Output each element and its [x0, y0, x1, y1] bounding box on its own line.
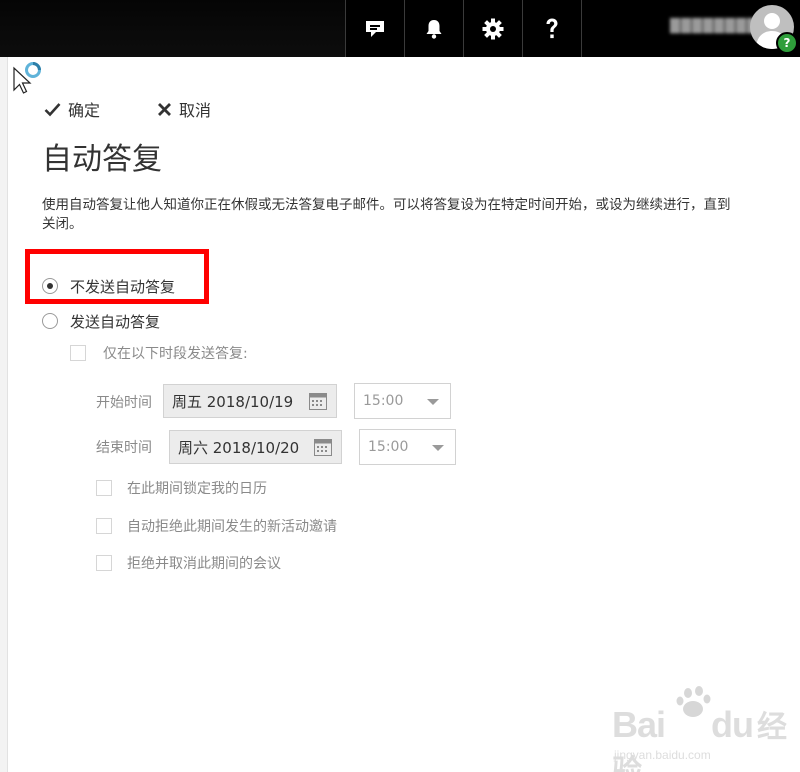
decline-cancel-meetings-option: 拒绝并取消此期间的会议 — [96, 552, 281, 574]
radio-button-unchecked[interactable] — [42, 313, 58, 329]
end-date-picker[interactable]: 周六 2018/10/20 — [169, 430, 342, 464]
start-time-value: 15:00 — [363, 393, 404, 409]
decline-cancel-meetings-checkbox[interactable] — [96, 555, 112, 571]
start-time-dropdown[interactable]: 15:00 — [354, 383, 451, 419]
top-navigation-bar: ████████u ? — [0, 0, 800, 57]
cancel-label: 取消 — [179, 101, 212, 120]
end-time-label: 结束时间 — [96, 440, 152, 456]
decline-new-invites-checkbox[interactable] — [96, 518, 112, 534]
only-during-period-option: 仅在以下时段发送答复: — [70, 342, 248, 364]
bell-icon — [424, 18, 444, 40]
notifications-button[interactable] — [404, 0, 462, 57]
chat-bubble-icon — [364, 19, 386, 39]
red-highlight-box — [25, 249, 209, 304]
avatar-help-badge: ? — [776, 32, 798, 54]
radio-send-label: 发送自动答复 — [70, 312, 161, 331]
ok-label: 确定 — [68, 101, 101, 120]
question-mark-icon — [544, 17, 560, 41]
calendar-icon[interactable] — [309, 393, 327, 414]
description-text: 使用自动答复让他人知道你正在休假或无法答复电子邮件。可以将答复设为在特定时间开始… — [42, 197, 731, 232]
watermark-brand-du: du — [711, 704, 754, 745]
end-date-value: 周六 2018/10/20 — [178, 438, 300, 457]
only-during-period-label: 仅在以下时段发送答复: — [103, 346, 248, 362]
watermark-url: jingyan.baidu.com — [614, 748, 711, 762]
end-time-dropdown[interactable]: 15:00 — [359, 429, 456, 465]
decline-new-invites-option: 自动拒绝此期间发生的新活动邀请 — [96, 515, 337, 537]
only-during-period-checkbox[interactable] — [70, 345, 86, 361]
left-edge-divider — [0, 57, 8, 772]
decline-cancel-meetings-label: 拒绝并取消此期间的会议 — [127, 556, 281, 572]
block-calendar-option: 在此期间锁定我的日历 — [96, 477, 267, 499]
watermark-brand-bai: Bai — [612, 704, 666, 745]
settings-button[interactable] — [463, 0, 521, 57]
chat-button[interactable] — [345, 0, 403, 57]
topbar-left-area — [0, 0, 345, 57]
checkmark-icon — [44, 102, 61, 117]
baidu-jingyan-watermark: Bai du 经验 jingyan.baidu.com — [612, 686, 792, 772]
page-title: 自动答复 — [42, 142, 162, 177]
busy-cursor-icon — [11, 60, 45, 100]
block-calendar-label: 在此期间锁定我的日历 — [127, 481, 267, 497]
start-date-value: 周五 2018/10/19 — [172, 392, 294, 411]
chevron-down-icon — [432, 445, 444, 451]
ok-button[interactable]: 确定 — [44, 97, 100, 121]
start-date-picker[interactable]: 周五 2018/10/19 — [163, 384, 337, 418]
auto-reply-page: ████████u ? 确定 取消 自动答复 使用自动答复让他人知道你正在休假或… — [0, 0, 800, 772]
close-icon — [157, 102, 172, 117]
decline-new-invites-label: 自动拒绝此期间发生的新活动邀请 — [127, 519, 337, 535]
cancel-button[interactable]: 取消 — [157, 97, 211, 121]
chevron-down-icon — [427, 399, 439, 405]
block-calendar-checkbox[interactable] — [96, 480, 112, 496]
radio-send-auto-reply[interactable]: 发送自动答复 — [42, 309, 160, 333]
gear-icon — [482, 18, 504, 40]
start-time-label: 开始时间 — [96, 395, 152, 411]
help-button[interactable] — [522, 0, 582, 57]
end-time-value: 15:00 — [368, 439, 409, 455]
calendar-icon[interactable] — [314, 439, 332, 460]
